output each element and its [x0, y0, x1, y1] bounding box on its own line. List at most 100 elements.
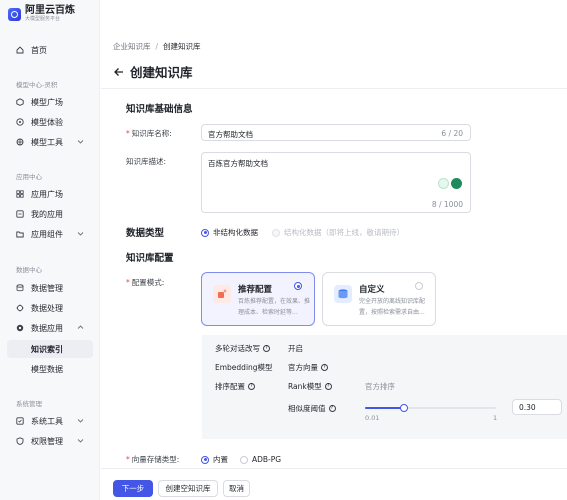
radio-label: 内置 [213, 455, 228, 464]
rank-model-value: 官方排序 [365, 382, 395, 391]
recommended-config-icon [213, 285, 231, 303]
sidebar-item-app-square[interactable]: 应用广场 [7, 185, 93, 203]
threshold-input-value: 0.30 [519, 403, 536, 412]
chevron-down-icon [77, 439, 84, 443]
help-icon[interactable]: ? [263, 345, 270, 352]
card-radio [294, 282, 302, 290]
required-mark: * [126, 278, 130, 287]
settings-icon [16, 417, 24, 425]
radio-builtin[interactable]: 内置 [201, 454, 228, 465]
back-arrow-icon[interactable] [113, 66, 125, 78]
assistant-chat-icon[interactable] [451, 178, 462, 189]
sidebar-item-permissions[interactable]: 权限管理 [7, 432, 93, 450]
vector-field-label: * 向量存储类型: [126, 454, 179, 465]
chevron-down-icon [77, 140, 84, 144]
mode-label-text: 配置模式: [131, 278, 165, 287]
footer-bar: 下一步 创建空知识库 取消 [101, 468, 567, 500]
process-icon [16, 304, 24, 312]
rank-label-text: 排序配置 [215, 382, 245, 391]
sidebar-item-label: 我的应用 [31, 209, 63, 219]
sidebar-group-app: 应用中心 [16, 173, 42, 181]
chevron-down-icon [77, 419, 84, 423]
sidebar-item-model-tools[interactable]: 模型工具 [7, 133, 93, 151]
sidebar-item-label: 应用广场 [31, 189, 63, 199]
config-details-panel: 多轮对话改写? 开启 Embedding模型 官方向量? 排序配置? Rank模… [202, 335, 567, 439]
sidebar-item-label: 应用组件 [31, 229, 63, 239]
required-mark: * [126, 129, 130, 138]
sidebar-group-model: 模型中心-灵积 [16, 81, 58, 89]
multi-turn-value: 开启 [288, 344, 303, 353]
sidebar-item-data-management[interactable]: 数据管理 [7, 279, 93, 297]
config-card-recommended[interactable]: 推荐配置 百炼推荐配置，在效果、推理成本、检索时延等... [201, 272, 315, 326]
breadcrumb: 企业知识库 / 创建知识库 [113, 41, 201, 52]
shield-icon [16, 437, 24, 445]
sidebar-item-label: 模型广场 [31, 97, 63, 107]
similarity-slider[interactable] [365, 404, 496, 412]
brand-title: 阿里云百炼 [25, 5, 75, 16]
sidebar-item-model-square[interactable]: 模型广场 [7, 93, 93, 111]
sidebar: 阿里云百炼 大模型服务平台 首页 模型中心-灵积 模型广场 模型体验 模型工具 … [0, 0, 100, 500]
name-label-text: 知识库名称: [131, 129, 172, 138]
radio-dot [272, 228, 280, 237]
section-title-data-type: 数据类型 [126, 228, 165, 239]
sidebar-item-my-apps[interactable]: 我的应用 [7, 205, 93, 223]
description-textarea[interactable]: 百炼官方帮助文档 8 / 1000 [201, 152, 471, 213]
sidebar-item-label: 数据应用 [31, 323, 63, 333]
sidebar-item-data-processing[interactable]: 数据处理 [7, 299, 93, 317]
sidebar-group-data: 数据中心 [16, 266, 42, 274]
sidebar-group-system: 系统管理 [16, 400, 42, 408]
desc-char-count: 8 / 1000 [431, 200, 463, 209]
next-button[interactable]: 下一步 [113, 480, 153, 497]
name-input-value: 官方帮助文档 [208, 130, 253, 139]
title-row: 创建知识库 [113, 62, 193, 81]
desc-input-value: 百炼官方帮助文档 [208, 159, 268, 168]
rank-label: 排序配置? [215, 381, 255, 392]
vector-label-text: 向量存储类型: [131, 455, 180, 464]
grid-icon [16, 190, 24, 198]
card-title: 自定义 [359, 285, 385, 295]
help-icon[interactable]: ? [324, 383, 332, 390]
radio-dot [240, 455, 248, 464]
desc-field-label: 知识库描述: [126, 157, 167, 166]
chat-icon [16, 118, 24, 126]
radio-unstructured[interactable]: 非结构化数据 [201, 227, 258, 238]
sidebar-item-system-tools[interactable]: 系统工具 [7, 412, 93, 430]
help-icon[interactable]: ? [248, 383, 255, 390]
radio-dot [294, 282, 302, 290]
cancel-button[interactable]: 取消 [223, 480, 250, 497]
radio-adb-pg[interactable]: ADB-PG [240, 454, 281, 465]
sidebar-item-app-components[interactable]: 应用组件 [7, 225, 93, 243]
help-icon[interactable]: ? [328, 405, 336, 412]
radio-structured: 结构化数据（即将上线，敬请期待） [272, 227, 404, 238]
config-card-custom[interactable]: 自定义 完全开放的离线知识库配置，按照检索需求自由... [322, 272, 436, 326]
breadcrumb-parent[interactable]: 企业知识库 [113, 42, 151, 51]
name-field-label: * 知识库名称: [126, 128, 172, 139]
sidebar-item-label: 权限管理 [31, 436, 63, 446]
divider [101, 88, 567, 89]
threshold-label: 相似度阈值? [288, 403, 336, 414]
help-icon[interactable]: ? [321, 364, 328, 371]
brand-logo[interactable]: 阿里云百炼 大模型服务平台 [8, 6, 75, 23]
assistant-bulb-icon[interactable] [438, 178, 449, 189]
sidebar-item-label: 知识索引 [31, 344, 63, 354]
page-title: 创建知识库 [130, 65, 193, 80]
chevron-up-icon [77, 325, 84, 329]
card-desc: 完全开放的离线知识库配置，按照检索需求自由... [359, 298, 426, 316]
sidebar-item-model-data[interactable]: 模型数据 [7, 360, 93, 378]
name-input[interactable]: 官方帮助文档 6 / 20 [201, 124, 471, 141]
radio-dot [201, 455, 209, 464]
sidebar-item-data-application[interactable]: 数据应用 [7, 319, 93, 337]
mode-field-label: * 配置模式: [126, 277, 164, 288]
sidebar-item-home[interactable]: 首页 [7, 41, 93, 59]
slider-thumb[interactable] [400, 404, 409, 412]
required-mark: * [126, 455, 130, 464]
main-content: 企业知识库 / 创建知识库 创建知识库 知识库基础信息 * 知识库名称: 官方帮助文档… [101, 0, 567, 500]
sidebar-item-label: 数据管理 [31, 283, 63, 293]
sidebar-item-knowledge-index[interactable]: 知识索引 [7, 340, 93, 358]
create-empty-button[interactable]: 创建空知识库 [158, 480, 218, 497]
threshold-input[interactable]: 0.30 [512, 399, 562, 415]
card-title: 推荐配置 [238, 285, 273, 295]
app-icon [16, 210, 24, 218]
database-icon [16, 284, 24, 292]
sidebar-item-model-experience[interactable]: 模型体验 [7, 113, 93, 131]
